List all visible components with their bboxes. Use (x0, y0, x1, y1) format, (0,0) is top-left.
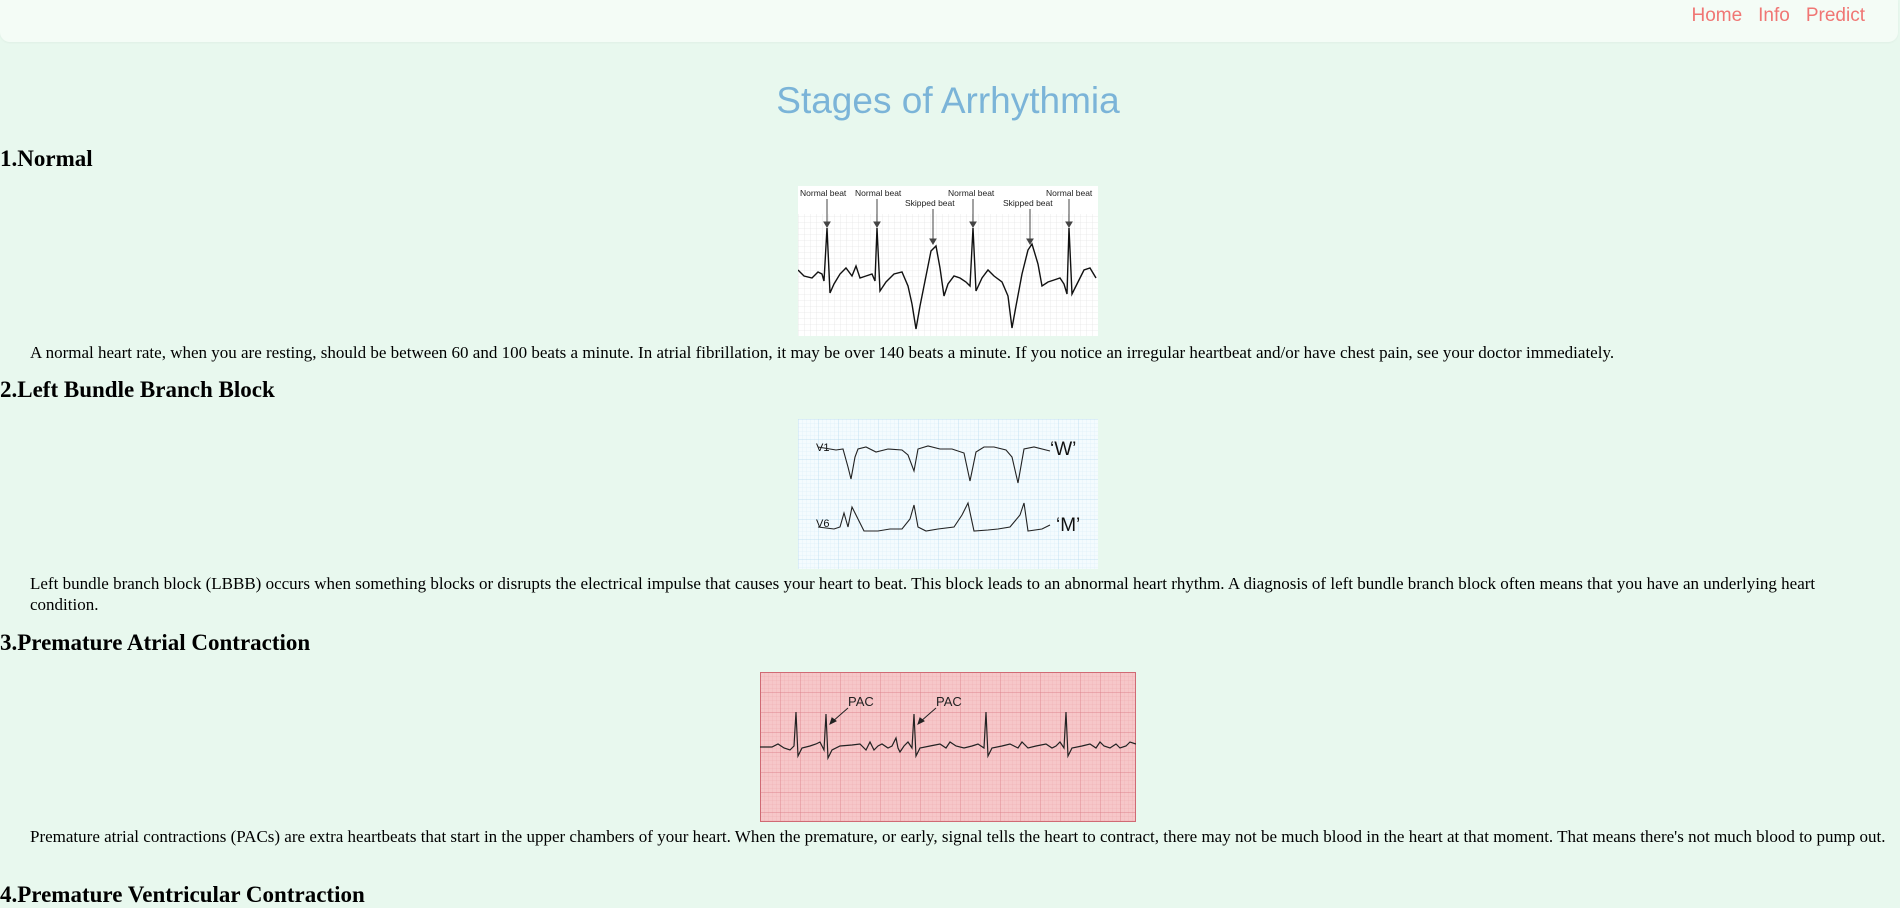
nav-links: Home Info Predict (1691, 5, 1865, 27)
page-title: Stages of Arrhythmia (776, 80, 1120, 121)
ecg-image-normal: Normal beat Normal beat Skipped beat Nor… (798, 186, 1098, 336)
ecg-label: PAC (848, 694, 874, 709)
ecg-label: Normal beat (948, 188, 995, 198)
section-text-normal: A normal heart rate, when you are restin… (30, 343, 1615, 362)
ecg-label: Normal beat (1046, 188, 1093, 198)
ecg-label: Skipped beat (905, 198, 955, 208)
ecg-image-pac: PAC PAC (760, 672, 1136, 822)
nav-home-link[interactable]: Home (1691, 5, 1742, 27)
ecg-label: PAC (936, 694, 962, 709)
ecg-label: Normal beat (855, 188, 902, 198)
section-heading-lbbb: 2.Left Bundle Branch Block (0, 377, 275, 402)
ecg-image-lbbb: V1 V6 ‘W’ ‘M’ (798, 419, 1098, 569)
ecg-label: ‘W’ (1050, 439, 1076, 460)
section-heading-pvc: 4.Premature Ventricular Contraction (0, 882, 365, 907)
section-text-lbbb: Left bundle branch block (LBBB) occurs w… (30, 574, 1816, 614)
ecg-label: Skipped beat (1003, 198, 1053, 208)
nav-predict-link[interactable]: Predict (1806, 5, 1865, 27)
section-heading-normal: 1.Normal (0, 146, 93, 171)
ecg-label: Normal beat (800, 188, 847, 198)
ecg-label: ‘M’ (1056, 515, 1080, 536)
nav-info-link[interactable]: Info (1758, 5, 1790, 27)
navbar: Home Info Predict (0, 0, 1898, 42)
section-text-pac: Premature atrial contractions (PACs) are… (30, 827, 1886, 846)
section-heading-pac: 3.Premature Atrial Contraction (0, 630, 311, 655)
